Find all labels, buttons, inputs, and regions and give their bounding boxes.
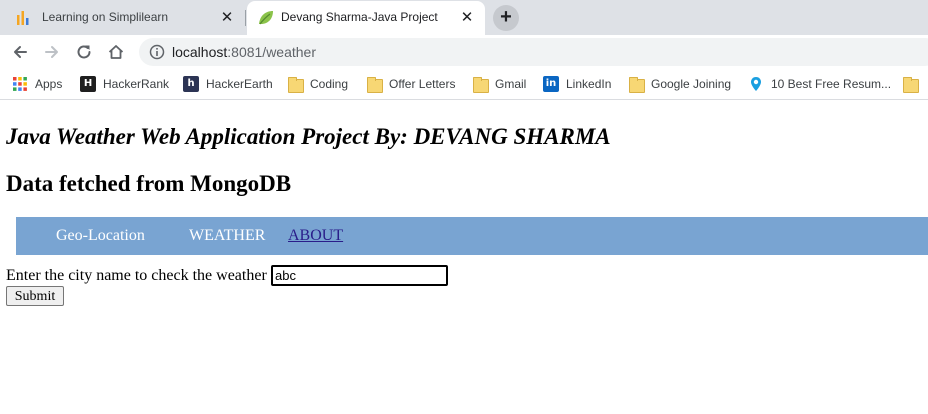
page-content: Java Weather Web Application Project By:… bbox=[0, 100, 928, 414]
page-title: Java Weather Web Application Project By:… bbox=[6, 124, 611, 149]
bookmarks-bar: Apps H HackerRank h HackerEarth Coding O… bbox=[0, 69, 928, 100]
submit-button[interactable]: Submit bbox=[6, 286, 64, 306]
simplilearn-favicon-icon bbox=[14, 9, 32, 27]
tab-strip: Learning on Simplilearn ✕ Devang Sharma-… bbox=[0, 0, 928, 35]
arrow-right-icon bbox=[45, 46, 58, 58]
bookmark-google-joining[interactable]: Google Joining bbox=[628, 75, 731, 93]
hackerrank-icon: H bbox=[80, 76, 96, 92]
bookmark-label: Coding bbox=[310, 77, 349, 91]
folder-icon bbox=[366, 76, 383, 93]
bookmark-gmail[interactable]: Gmail bbox=[472, 75, 526, 93]
tab-divider bbox=[245, 10, 246, 26]
info-icon[interactable] bbox=[149, 44, 165, 65]
home-button[interactable] bbox=[104, 41, 128, 63]
leaf-favicon-icon bbox=[257, 9, 275, 27]
browser-toolbar: localhost:8081/weather bbox=[0, 35, 928, 69]
city-input-label: Enter the city name to check the weather bbox=[6, 267, 267, 284]
bookmark-hackerrank[interactable]: H HackerRank bbox=[80, 75, 169, 93]
bookmark-label: 10 Best Free Resum... bbox=[771, 77, 892, 91]
folder-icon bbox=[472, 76, 489, 93]
arrow-left-icon bbox=[14, 46, 27, 58]
nav-weather[interactable]: WEATHER bbox=[189, 227, 265, 245]
reload-button[interactable] bbox=[72, 41, 96, 63]
bookmark-label: Gmail bbox=[495, 77, 527, 91]
url-text: localhost:8081/weather bbox=[172, 44, 316, 60]
bookmark-label: LinkedIn bbox=[566, 77, 612, 91]
bookmark-label: HackerEarth bbox=[206, 77, 273, 91]
page-subtitle: Data fetched from MongoDB bbox=[6, 171, 292, 196]
new-tab-button[interactable]: + bbox=[493, 5, 519, 31]
tab-close-icon[interactable]: ✕ bbox=[219, 10, 235, 26]
back-button[interactable] bbox=[8, 41, 32, 63]
bookmark-overflow-folder[interactable] bbox=[902, 75, 925, 93]
nav-about-link[interactable]: ABOUT bbox=[288, 227, 343, 245]
tab-close-icon[interactable]: ✕ bbox=[459, 10, 475, 26]
home-icon bbox=[108, 45, 124, 59]
tab-java-project[interactable]: Devang Sharma-Java Project ✕ bbox=[247, 1, 485, 35]
bookmark-apps[interactable]: Apps bbox=[12, 75, 62, 93]
address-bar[interactable]: localhost:8081/weather bbox=[139, 38, 928, 66]
folder-icon bbox=[902, 76, 919, 93]
linkedin-icon: in bbox=[543, 76, 559, 92]
folder-icon bbox=[628, 76, 645, 93]
bookmark-offer-letters[interactable]: Offer Letters bbox=[366, 75, 455, 93]
nav-menu-bar: Geo-Location WEATHER ABOUT bbox=[16, 217, 928, 255]
apps-grid-icon bbox=[12, 76, 28, 92]
city-input[interactable] bbox=[271, 265, 448, 286]
bookmark-hackerearth[interactable]: h HackerEarth bbox=[183, 75, 273, 93]
bookmark-label: Apps bbox=[35, 77, 63, 91]
reload-icon bbox=[77, 45, 91, 59]
nav-geo-location[interactable]: Geo-Location bbox=[56, 227, 145, 245]
bookmark-label: Google Joining bbox=[651, 77, 732, 91]
bookmark-resume[interactable]: 10 Best Free Resum... bbox=[748, 75, 891, 93]
url-path: :8081/weather bbox=[227, 44, 316, 60]
forward-button[interactable] bbox=[40, 41, 64, 63]
tab-title: Devang Sharma-Java Project bbox=[281, 10, 438, 24]
location-pin-icon bbox=[748, 76, 764, 92]
bookmark-label: Offer Letters bbox=[389, 77, 456, 91]
bookmark-label: HackerRank bbox=[103, 77, 170, 91]
bookmark-coding[interactable]: Coding bbox=[287, 75, 348, 93]
bookmark-linkedin[interactable]: in LinkedIn bbox=[543, 75, 611, 93]
hackerearth-icon: h bbox=[183, 76, 199, 92]
tab-simplilearn[interactable]: Learning on Simplilearn ✕ bbox=[0, 1, 245, 35]
tab-title: Learning on Simplilearn bbox=[42, 10, 169, 24]
folder-icon bbox=[287, 76, 304, 93]
url-host: localhost bbox=[172, 44, 228, 60]
